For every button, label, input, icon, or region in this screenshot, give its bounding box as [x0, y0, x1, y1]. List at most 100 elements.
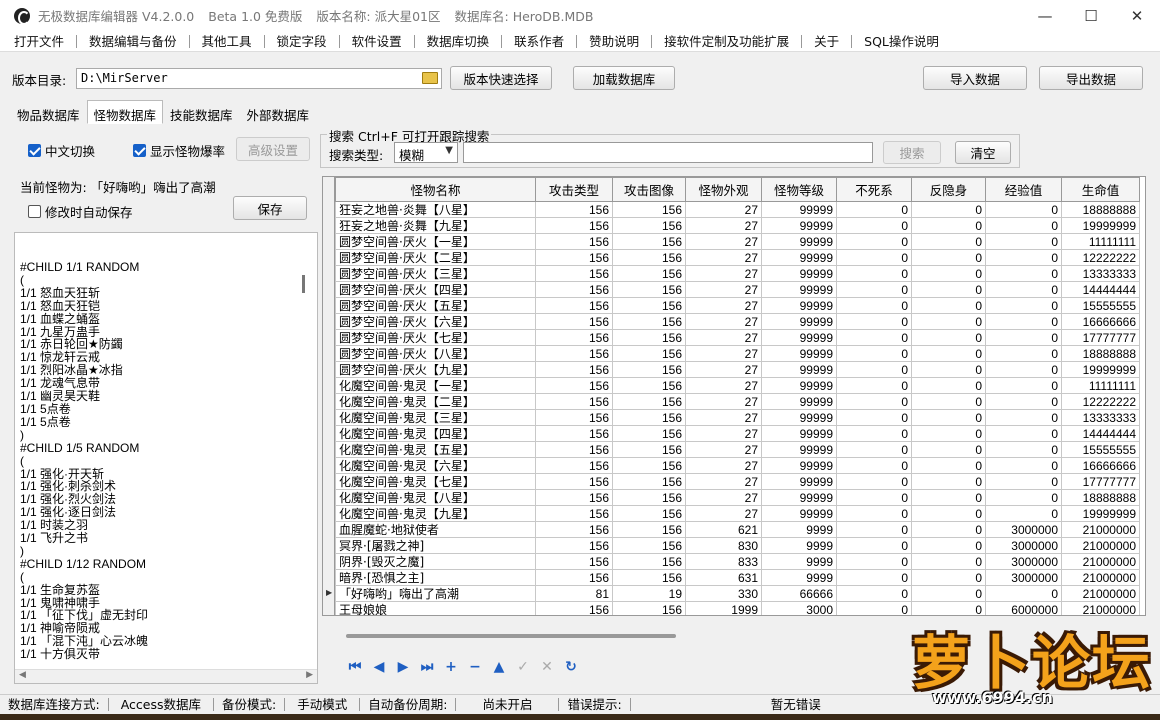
search-button[interactable]: 搜索 — [883, 141, 941, 164]
cancel-record-icon[interactable]: ✕ — [538, 658, 556, 676]
table-cell[interactable]: 0 — [911, 441, 986, 458]
table-cell[interactable]: 99999 — [761, 297, 837, 314]
table-cell[interactable]: 156 — [612, 377, 686, 394]
table-cell[interactable]: 19 — [612, 585, 686, 602]
table-row[interactable]: 圆梦空间兽·厌火【二星】 156 156 27 99999 0 0 0 12222222 — [335, 249, 1140, 266]
table-cell[interactable]: 156 — [535, 409, 613, 426]
table-cell[interactable]: 0 — [836, 329, 912, 346]
table-cell[interactable]: 0 — [911, 457, 986, 474]
tab-skills[interactable]: 技能数据库 — [163, 100, 240, 124]
table-cell[interactable]: 0 — [911, 393, 986, 410]
table-cell[interactable]: 156 — [535, 265, 613, 282]
table-cell[interactable]: 化魔空间兽·鬼灵【六星】 — [335, 457, 536, 474]
menu-open-file[interactable]: 打开文件 — [0, 34, 78, 48]
table-cell[interactable]: 27 — [685, 425, 762, 442]
menu-lock-fields[interactable]: 锁定字段 — [265, 34, 340, 48]
column-header[interactable]: 生命值 — [1061, 177, 1140, 202]
table-cell[interactable]: 156 — [535, 377, 613, 394]
table-cell[interactable]: 0 — [985, 233, 1062, 250]
tab-external[interactable]: 外部数据库 — [240, 100, 317, 124]
table-cell[interactable]: 王母娘娘 — [335, 601, 536, 615]
table-cell[interactable]: 27 — [685, 409, 762, 426]
table-cell[interactable]: 156 — [612, 441, 686, 458]
table-cell[interactable]: 27 — [685, 249, 762, 266]
table-cell[interactable]: 99999 — [761, 473, 837, 490]
table-row[interactable]: 化魔空间兽·鬼灵【一星】 156 156 27 99999 0 0 0 11111111 — [335, 377, 1140, 394]
column-header[interactable]: 怪物名称 — [335, 177, 536, 202]
menu-contact[interactable]: 联系作者 — [502, 34, 578, 48]
table-cell[interactable]: 21000000 — [1061, 601, 1140, 615]
search-input[interactable] — [463, 142, 873, 163]
table-cell[interactable]: 156 — [612, 569, 686, 586]
table-row[interactable]: 圆梦空间兽·厌火【九星】 156 156 27 99999 0 0 0 19999999 — [335, 361, 1140, 378]
table-cell[interactable]: 99999 — [761, 281, 837, 298]
table-cell[interactable]: 圆梦空间兽·厌火【二星】 — [335, 249, 536, 266]
folder-icon[interactable] — [422, 72, 438, 84]
table-cell[interactable]: 狂妄之地兽·炎舞【八星】 — [335, 201, 536, 218]
table-cell[interactable]: 0 — [836, 345, 912, 362]
last-record-icon[interactable]: ⏭ — [418, 658, 436, 676]
table-cell[interactable]: 156 — [612, 345, 686, 362]
table-row[interactable]: 血腥魔蛇·地狱使者 156 156 621 9999 0 0 3000000 21000000 — [335, 521, 1140, 538]
table-cell[interactable]: 156 — [612, 313, 686, 330]
version-dir-input[interactable]: D:\MirServer — [76, 68, 442, 89]
table-cell[interactable]: 27 — [685, 377, 762, 394]
table-cell[interactable]: 0 — [836, 601, 912, 615]
table-cell[interactable]: 0 — [911, 569, 986, 586]
table-cell[interactable]: 156 — [535, 329, 613, 346]
column-header[interactable]: 经验值 — [985, 177, 1062, 202]
table-row[interactable]: 圆梦空间兽·厌火【四星】 156 156 27 99999 0 0 0 14444444 — [335, 281, 1140, 298]
table-cell[interactable]: 9999 — [761, 569, 837, 586]
table-cell[interactable]: 0 — [911, 217, 986, 234]
table-cell[interactable]: 99999 — [761, 249, 837, 266]
table-cell[interactable]: 0 — [836, 521, 912, 538]
table-cell[interactable]: 13333333 — [1061, 409, 1140, 426]
table-cell[interactable]: 621 — [685, 521, 762, 538]
table-cell[interactable]: 化魔空间兽·鬼灵【四星】 — [335, 425, 536, 442]
table-cell[interactable]: 圆梦空间兽·厌火【四星】 — [335, 281, 536, 298]
menu-other-tools[interactable]: 其他工具 — [190, 34, 265, 48]
table-cell[interactable]: 0 — [836, 249, 912, 266]
table-cell[interactable]: 156 — [612, 281, 686, 298]
table-cell[interactable]: 0 — [911, 233, 986, 250]
insert-record-icon[interactable]: + — [442, 658, 460, 676]
table-cell[interactable]: 圆梦空间兽·厌火【六星】 — [335, 313, 536, 330]
table-cell[interactable]: 27 — [685, 201, 762, 218]
table-cell[interactable]: 0 — [911, 313, 986, 330]
table-cell[interactable]: 21000000 — [1061, 553, 1140, 570]
table-cell[interactable]: 27 — [685, 361, 762, 378]
table-cell[interactable]: 0 — [985, 377, 1062, 394]
table-cell[interactable]: 0 — [985, 265, 1062, 282]
table-cell[interactable]: 化魔空间兽·鬼灵【一星】 — [335, 377, 536, 394]
menu-sql-help[interactable]: SQL操作说明 — [852, 35, 951, 48]
search-type-select[interactable]: 模糊 ▼ — [394, 142, 458, 163]
next-record-icon[interactable]: ▶ — [394, 658, 412, 676]
table-cell[interactable]: 27 — [685, 233, 762, 250]
chinese-switch-checkbox[interactable]: 中文切换 — [28, 141, 95, 160]
table-row[interactable]: 狂妄之地兽·炎舞【九星】 156 156 27 99999 0 0 0 19999999 — [335, 217, 1140, 234]
table-cell[interactable]: 156 — [535, 521, 613, 538]
vertical-scrollbar-thumb[interactable] — [302, 275, 305, 293]
table-cell[interactable]: 0 — [836, 217, 912, 234]
table-cell[interactable]: 圆梦空间兽·厌火【五星】 — [335, 297, 536, 314]
table-cell[interactable]: 0 — [911, 265, 986, 282]
column-header[interactable]: 攻击图像 — [612, 177, 686, 202]
table-cell[interactable]: 狂妄之地兽·炎舞【九星】 — [335, 217, 536, 234]
table-cell[interactable]: 27 — [685, 217, 762, 234]
table-cell[interactable]: 156 — [535, 201, 613, 218]
show-drops-checkbox[interactable]: 显示怪物爆率 — [133, 141, 225, 160]
table-cell[interactable]: 0 — [911, 377, 986, 394]
table-cell[interactable]: 27 — [685, 489, 762, 506]
table-cell[interactable]: 27 — [685, 345, 762, 362]
table-cell[interactable]: 0 — [836, 313, 912, 330]
table-cell[interactable]: 19999999 — [1061, 361, 1140, 378]
table-cell[interactable]: 化魔空间兽·鬼灵【九星】 — [335, 505, 536, 522]
first-record-icon[interactable]: ⏮ — [346, 658, 364, 676]
table-cell[interactable]: 「好嗨哟」嗨出了高潮 — [335, 585, 536, 602]
table-cell[interactable]: 0 — [911, 601, 986, 615]
table-cell[interactable]: 12222222 — [1061, 249, 1140, 266]
scroll-left-icon[interactable]: ◀ — [19, 670, 26, 680]
menu-custom[interactable]: 接软件定制及功能扩展 — [652, 34, 803, 48]
table-cell[interactable]: 833 — [685, 553, 762, 570]
table-cell[interactable]: 19999999 — [1061, 217, 1140, 234]
